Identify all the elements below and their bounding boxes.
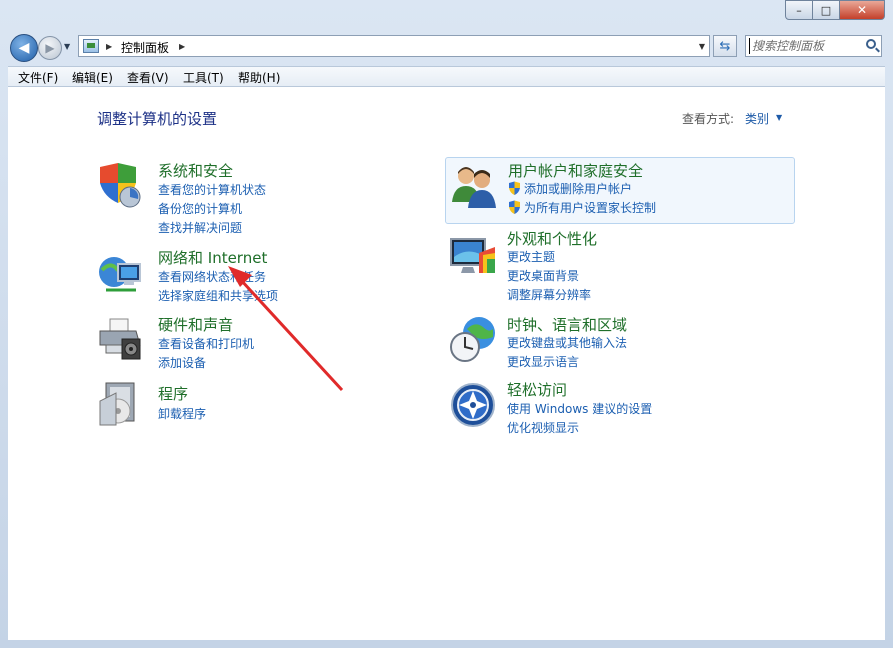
control-panel-content: 调整计算机的设置 查看方式: 类别 ▼ 系统和安全 查看您的计算机状态 备份您的…	[8, 87, 885, 640]
window-bottom-border	[8, 640, 885, 648]
category-network: 网络和 Internet 查看网络状态和任务 选择家庭组和共享选项	[88, 242, 428, 304]
category-title-appearance[interactable]: 外观和个性化	[507, 228, 597, 249]
link-change-display-language[interactable]: 更改显示语言	[507, 353, 579, 370]
category-title-network[interactable]: 网络和 Internet	[158, 247, 267, 268]
uac-shield-icon	[509, 181, 520, 195]
menu-file[interactable]: 文件(F)	[18, 69, 58, 86]
search-icon[interactable]	[866, 39, 876, 49]
link-uninstall-program[interactable]: 卸载程序	[158, 405, 206, 422]
breadcrumb-separator-icon[interactable]: ▶	[106, 42, 112, 51]
category-title-hardware[interactable]: 硬件和声音	[158, 314, 233, 335]
category-title-system-security[interactable]: 系统和安全	[158, 160, 233, 181]
category-hardware: 硬件和声音 查看设备和打印机 添加设备	[88, 309, 428, 371]
forward-button[interactable]: ▶	[38, 36, 62, 60]
users-icon	[452, 167, 496, 208]
link-change-desktop-background[interactable]: 更改桌面背景	[507, 267, 579, 284]
category-user-accounts[interactable]: 用户帐户和家庭安全 添加或删除用户帐户 为所有用户设置家长控制	[445, 157, 795, 224]
menu-tools[interactable]: 工具(T)	[183, 69, 224, 86]
view-by-dropdown[interactable]: 类别	[745, 110, 769, 127]
category-title-ease-of-access[interactable]: 轻松访问	[507, 379, 567, 400]
link-view-computer-status[interactable]: 查看您的计算机状态	[158, 181, 266, 198]
category-appearance: 外观和个性化 更改主题 更改桌面背景 调整屏幕分辨率	[445, 225, 795, 305]
link-change-keyboard-input[interactable]: 更改键盘或其他输入法	[507, 334, 627, 351]
clock-globe-icon	[450, 317, 495, 362]
breadcrumb-separator-icon[interactable]: ▶	[179, 42, 185, 51]
shield-icon	[100, 163, 141, 208]
maximize-button[interactable]: □	[813, 0, 840, 20]
category-ease-of-access: 轻松访问 使用 Windows 建议的设置 优化视频显示	[445, 377, 795, 439]
control-panel-icon	[83, 39, 99, 53]
link-troubleshoot[interactable]: 查找并解决问题	[158, 219, 242, 236]
category-programs: 程序 卸载程序	[88, 379, 428, 429]
navigation-bar: ◀ ▶ ▼ ▶ 控制面板 ▶ ▼ ⇆	[0, 30, 893, 62]
category-title-user-accounts[interactable]: 用户帐户和家庭安全	[508, 160, 643, 181]
back-arrow-icon: ◀	[18, 40, 30, 56]
recent-pages-dropdown-icon[interactable]: ▼	[64, 42, 70, 51]
address-bar[interactable]: ▶ 控制面板 ▶ ▼	[78, 35, 710, 57]
search-input[interactable]	[749, 38, 862, 54]
menu-bar: 文件(F) 编辑(E) 查看(V) 工具(T) 帮助(H)	[8, 66, 885, 87]
network-icon	[99, 257, 141, 292]
link-change-theme[interactable]: 更改主题	[507, 248, 555, 265]
link-add-device[interactable]: 添加设备	[158, 354, 206, 371]
forward-arrow-icon: ▶	[45, 41, 55, 55]
breadcrumb-control-panel[interactable]: 控制面板	[121, 39, 169, 56]
view-by-chevron-down-icon[interactable]: ▼	[776, 113, 782, 122]
category-clock-language-region: 时钟、语言和区域 更改键盘或其他输入法 更改显示语言	[445, 311, 795, 373]
page-title: 调整计算机的设置	[97, 110, 218, 128]
link-homegroup-sharing[interactable]: 选择家庭组和共享选项	[158, 287, 278, 304]
window-controls: – □ ✕	[785, 0, 885, 20]
link-network-status[interactable]: 查看网络状态和任务	[158, 268, 266, 285]
link-devices-printers[interactable]: 查看设备和打印机	[158, 335, 254, 352]
view-by-label: 查看方式:	[682, 112, 735, 126]
printer-icon	[99, 318, 141, 360]
window-frame: – □ ✕ ◀ ▶ ▼ ▶ 控制面板 ▶ ▼ ⇆ 文件(F) 编辑(E) 查看(…	[0, 0, 893, 648]
close-button[interactable]: ✕	[840, 0, 885, 20]
refresh-icon: ⇆	[719, 38, 731, 54]
category-title-clock-language-region[interactable]: 时钟、语言和区域	[507, 314, 627, 335]
link-add-remove-user-accounts[interactable]: 添加或删除用户帐户	[524, 180, 632, 197]
menu-help[interactable]: 帮助(H)	[238, 69, 280, 86]
minimize-button[interactable]: –	[785, 0, 813, 20]
ease-of-access-icon	[451, 383, 495, 427]
category-system-security: 系统和安全 查看您的计算机状态 备份您的计算机 查找并解决问题	[88, 155, 428, 239]
menu-edit[interactable]: 编辑(E)	[72, 69, 113, 86]
uac-shield-icon	[509, 200, 520, 214]
programs-icon	[99, 382, 135, 426]
link-adjust-resolution[interactable]: 调整屏幕分辨率	[507, 286, 591, 303]
back-button[interactable]: ◀	[10, 34, 38, 62]
menu-view[interactable]: 查看(V)	[127, 69, 169, 86]
address-dropdown-icon[interactable]: ▼	[699, 42, 705, 51]
title-bar: – □ ✕	[0, 0, 893, 28]
category-title-programs[interactable]: 程序	[158, 383, 188, 404]
link-optimize-video-display[interactable]: 优化视频显示	[507, 419, 579, 436]
link-parental-controls[interactable]: 为所有用户设置家长控制	[524, 199, 656, 216]
search-box	[745, 35, 882, 57]
link-windows-recommended-settings[interactable]: 使用 Windows 建议的设置	[507, 400, 652, 417]
link-backup-computer[interactable]: 备份您的计算机	[158, 200, 242, 217]
refresh-button[interactable]: ⇆	[713, 35, 737, 57]
monitor-icon	[450, 238, 495, 273]
